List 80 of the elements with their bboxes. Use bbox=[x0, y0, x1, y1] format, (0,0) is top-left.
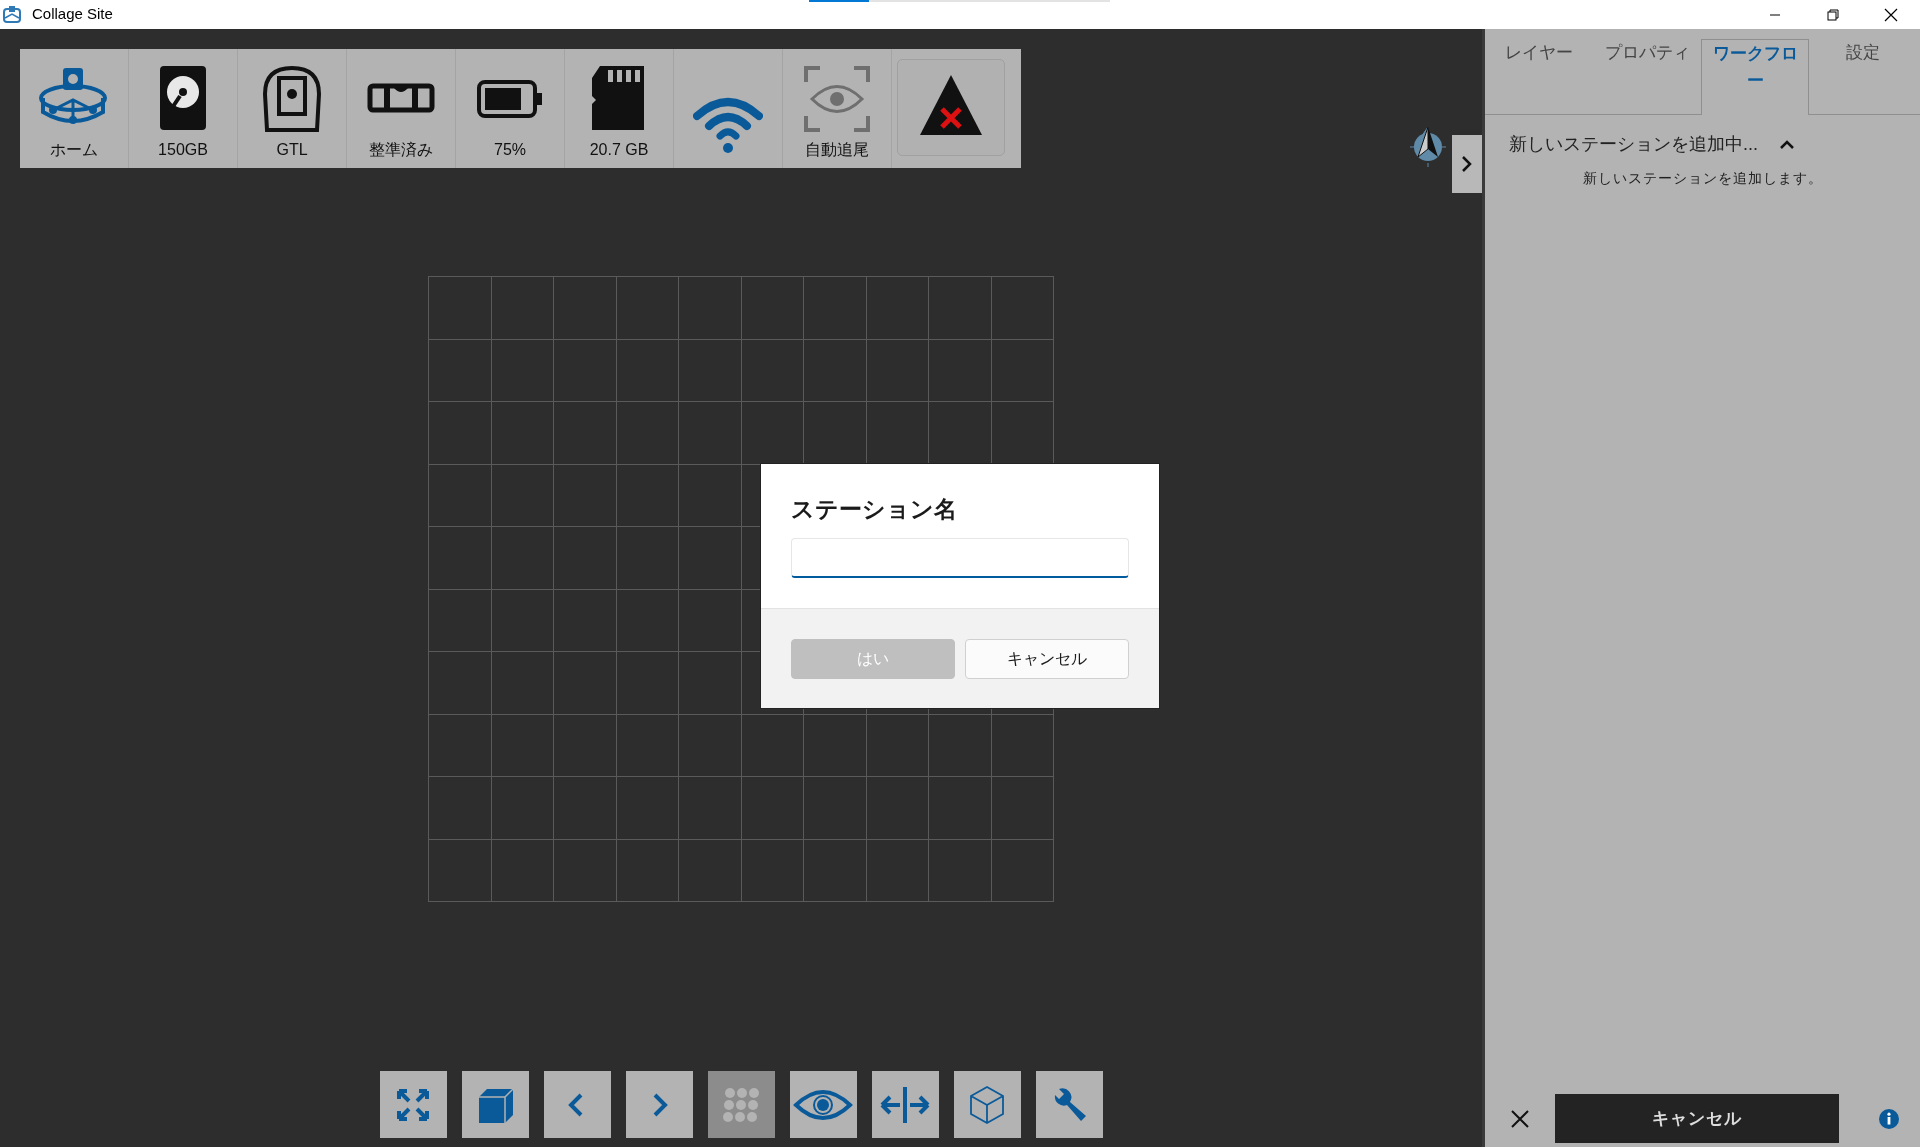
grid-cell bbox=[491, 339, 554, 402]
toolbar-button[interactable] bbox=[543, 1071, 611, 1138]
cancel-button[interactable]: キャンセル bbox=[965, 638, 1129, 679]
grid-cell bbox=[866, 839, 929, 902]
toolbar-button[interactable] bbox=[379, 1071, 447, 1138]
grid-cell bbox=[491, 777, 554, 840]
close-icon bbox=[1510, 1108, 1530, 1129]
close-icon[interactable] bbox=[1884, 7, 1898, 22]
toolbar-button[interactable] bbox=[871, 1071, 939, 1138]
toolbar-button[interactable] bbox=[625, 1071, 693, 1138]
window-title: Collage Site bbox=[32, 4, 113, 25]
grid-cell bbox=[554, 714, 617, 777]
grid-cell bbox=[554, 589, 617, 652]
toolbar-button[interactable] bbox=[789, 1071, 857, 1138]
grid-cell bbox=[616, 464, 679, 527]
grid-cell bbox=[741, 339, 804, 402]
expand-button[interactable] bbox=[1452, 135, 1482, 193]
grid-cell bbox=[554, 652, 617, 715]
toolbar-label: GTL bbox=[276, 140, 308, 160]
restore-icon[interactable] bbox=[1827, 8, 1839, 21]
grid-cell bbox=[554, 527, 617, 590]
split-arrows-icon bbox=[880, 1084, 930, 1125]
grid-cell bbox=[616, 527, 679, 590]
grid-cell bbox=[616, 777, 679, 840]
grid-cell bbox=[679, 339, 742, 402]
grid-cell bbox=[679, 402, 742, 465]
grid-cell bbox=[491, 402, 554, 465]
panel-tab[interactable]: レイヤー bbox=[1485, 29, 1593, 114]
cancel-button[interactable]: キャンセル bbox=[1555, 1094, 1839, 1143]
grid-cell bbox=[929, 839, 992, 902]
grid-cell bbox=[616, 402, 679, 465]
section-description: 新しいステーションを追加します。 bbox=[1581, 169, 1824, 188]
toolbar-button[interactable] bbox=[1035, 1071, 1103, 1138]
toolbar-button[interactable] bbox=[461, 1071, 529, 1138]
grid-cell bbox=[616, 652, 679, 715]
toolbar-label: 自動追尾 bbox=[805, 140, 869, 160]
grid-cell bbox=[491, 527, 554, 590]
grid-cell bbox=[991, 777, 1054, 840]
panel-tab[interactable]: 設定 bbox=[1809, 29, 1917, 114]
chevron-right-icon bbox=[1461, 155, 1473, 173]
grid-cell bbox=[804, 777, 867, 840]
grid-cell bbox=[616, 589, 679, 652]
grid-cell bbox=[554, 464, 617, 527]
toolbar-label: 整準済み bbox=[369, 140, 433, 160]
toolbar-label: 75% bbox=[494, 140, 526, 160]
dialog-title: ステーション名 bbox=[790, 495, 958, 524]
grid-cell bbox=[554, 339, 617, 402]
grid-cell bbox=[491, 589, 554, 652]
grid-cell bbox=[741, 839, 804, 902]
panel-tab[interactable]: プロパティ bbox=[1593, 29, 1701, 114]
grid-cell bbox=[616, 339, 679, 402]
toolbar-label: 150GB bbox=[158, 140, 208, 160]
panel-tab[interactable]: ワークフロー bbox=[1701, 39, 1809, 115]
app-icon bbox=[2, 4, 22, 25]
grid-cell bbox=[616, 714, 679, 777]
grid-cell bbox=[866, 777, 929, 840]
grid-cell bbox=[929, 714, 992, 777]
grid-cell bbox=[679, 839, 742, 902]
grid-cell bbox=[616, 839, 679, 902]
grid-cell bbox=[491, 839, 554, 902]
grid-cell bbox=[554, 777, 617, 840]
grid-cell bbox=[991, 839, 1054, 902]
toolbar-button[interactable] bbox=[953, 1071, 1021, 1138]
grid-cell bbox=[491, 714, 554, 777]
cube-outline-icon bbox=[967, 1084, 1007, 1125]
grid-cell bbox=[554, 402, 617, 465]
grid-cell bbox=[491, 464, 554, 527]
grid-cell bbox=[554, 839, 617, 902]
toolbar-label: 20.7 GB bbox=[589, 140, 649, 160]
input-field[interactable] bbox=[791, 537, 1129, 578]
grid-cell bbox=[679, 714, 742, 777]
grid-cell bbox=[679, 777, 742, 840]
grid-cell bbox=[741, 777, 804, 840]
grid-cell bbox=[929, 777, 992, 840]
section-header[interactable]: 新しいステーションを追加中... bbox=[1485, 115, 1920, 158]
grid-cell bbox=[491, 652, 554, 715]
grid-cell bbox=[804, 839, 867, 902]
grid-cell bbox=[804, 714, 867, 777]
info-icon[interactable] bbox=[1879, 1109, 1899, 1130]
toolbar-label: ホーム bbox=[50, 140, 98, 160]
